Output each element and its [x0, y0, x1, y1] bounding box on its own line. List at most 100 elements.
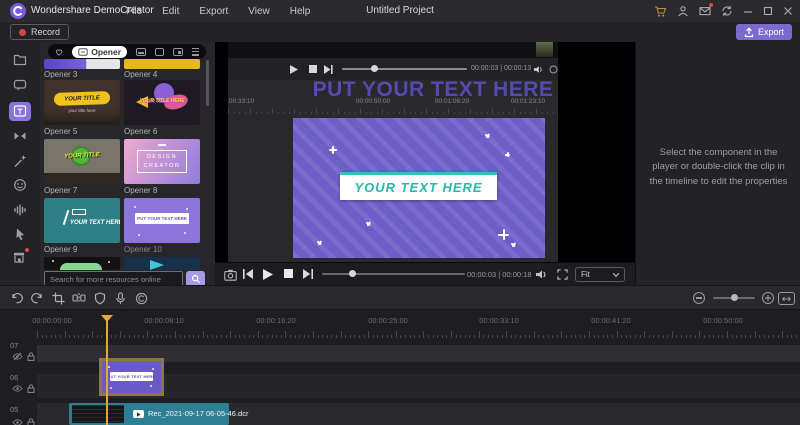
menu-export[interactable]: Export: [199, 6, 228, 17]
recorded-canvas: YOUR TEXT HERE: [293, 118, 545, 258]
recorded-ruler-label: 00:00:33:10: [228, 98, 255, 105]
thumb-dot: [186, 208, 188, 210]
export-button[interactable]: Export: [735, 24, 792, 40]
track-eye-icon[interactable]: [12, 418, 23, 425]
stickers-icon[interactable]: [13, 178, 27, 192]
template-thumb-opener-8[interactable]: DESIGN CREATOR: [124, 139, 200, 184]
thumb-dot: [108, 261, 110, 263]
app-logo-icon: [10, 3, 26, 19]
template-thumb-opener-4[interactable]: [124, 59, 200, 69]
tab-subtitle-icon[interactable]: [154, 47, 165, 56]
close-icon[interactable]: [783, 6, 793, 16]
tab-menu-icon[interactable]: [191, 47, 200, 56]
microphone-icon[interactable]: [114, 292, 127, 305]
fit-timeline-button[interactable]: [778, 292, 795, 305]
menu-edit[interactable]: Edit: [162, 6, 179, 17]
thumb-dot: [184, 232, 186, 234]
volume-icon[interactable]: [535, 269, 547, 280]
player-time: 00:00:03 | 00:00:18: [467, 270, 532, 279]
cart-icon[interactable]: [654, 5, 667, 18]
maximize-icon[interactable]: [763, 6, 773, 16]
sparkle: [498, 229, 509, 240]
track-hidden-eye-off-icon[interactable]: [12, 352, 23, 361]
sparkle: [510, 241, 517, 248]
ruler-label: 00:00:50:00: [703, 316, 743, 325]
template-thumb-partial[interactable]: [44, 257, 120, 270]
track-lock-icon[interactable]: [27, 384, 35, 393]
effects-icon[interactable]: [13, 154, 27, 168]
zoom-out-button[interactable]: [693, 292, 705, 304]
recording-clip[interactable]: Rec_2021-09-17 06-05-46.dcr: [69, 403, 248, 425]
zoom-in-button[interactable]: [762, 292, 774, 304]
ruler-label: 00:00:00:00: [32, 316, 72, 325]
sync-icon[interactable]: [721, 5, 733, 17]
tab-lower-thirds-icon[interactable]: [136, 47, 146, 56]
track-lock-icon[interactable]: [27, 352, 35, 361]
account-icon[interactable]: [677, 5, 689, 17]
menu-file[interactable]: File: [126, 6, 142, 17]
track-lock-icon[interactable]: [27, 418, 35, 425]
denoise-shield-icon[interactable]: [94, 292, 106, 305]
tab-annotation-icon[interactable]: [173, 47, 183, 56]
minimize-icon[interactable]: [743, 6, 753, 16]
timeline-zoom-handle[interactable]: [731, 294, 738, 301]
templates-icon[interactable]: [13, 104, 27, 118]
recorded-player-bar: 00:00:03 | 00:00:13: [228, 58, 558, 80]
thumb-shape: [72, 209, 86, 215]
seek-bar[interactable]: [322, 273, 465, 275]
undo-icon[interactable]: [10, 292, 23, 304]
messages-icon[interactable]: [699, 3, 713, 17]
copyright-icon[interactable]: [135, 292, 148, 305]
fullscreen-icon[interactable]: [557, 269, 568, 280]
stop-button-icon[interactable]: [284, 269, 293, 278]
favorites-heart-icon[interactable]: [55, 47, 63, 57]
ruler-label: 00:00:08:10: [144, 316, 184, 325]
playhead-line[interactable]: [106, 315, 108, 425]
play-button-icon[interactable]: [263, 269, 273, 280]
template-label: Opener 5: [44, 127, 78, 136]
preview-area: 00:00:03 | 00:00:13 PUT YOUR TEXT HERE 0…: [215, 42, 635, 285]
title-clip-selected[interactable]: PUT YOUR TEXT HERE: [99, 358, 164, 396]
track-eye-icon[interactable]: [12, 384, 23, 393]
tab-opener-active[interactable]: Opener: [72, 45, 128, 58]
fit-dropdown[interactable]: Fit: [575, 267, 625, 282]
recorded-volume-icon: [533, 66, 542, 73]
template-thumb-opener-7[interactable]: YOUR TITLE: [44, 139, 120, 184]
thumb-dot: [138, 234, 140, 236]
template-thumb-partial[interactable]: [124, 257, 200, 270]
search-icon: [191, 274, 200, 284]
captions-icon[interactable]: [13, 78, 27, 92]
split-icon[interactable]: [72, 292, 86, 304]
templates-scrollbar[interactable]: [206, 60, 209, 106]
next-frame-icon[interactable]: [303, 269, 313, 279]
thumb-dot: [134, 206, 136, 208]
recorded-ruler-label: 00:01:23:10: [510, 98, 546, 105]
cursor-icon[interactable]: [13, 227, 27, 241]
template-thumb-opener-10[interactable]: PUT YOUR TEXT HERE: [124, 198, 200, 243]
store-icon[interactable]: [12, 248, 29, 266]
playhead-handle[interactable]: [101, 315, 113, 322]
properties-message: Select the component in the player or do…: [649, 147, 788, 187]
video-frame[interactable]: 00:00:03 | 00:00:13 PUT YOUR TEXT HERE 0…: [228, 42, 558, 262]
template-thumb-opener-3[interactable]: [44, 59, 120, 69]
previous-frame-icon[interactable]: [243, 269, 253, 279]
redo-icon[interactable]: [31, 292, 44, 304]
sparkle: [316, 239, 323, 246]
snapshot-icon[interactable]: [224, 269, 237, 281]
crop-icon[interactable]: [52, 292, 65, 305]
template-thumb-opener-9[interactable]: YOUR TEXT HERE: [44, 198, 120, 243]
template-thumb-opener-5[interactable]: YOUR TITLE your title here: [44, 80, 120, 125]
transitions-icon[interactable]: [13, 129, 27, 143]
timeline[interactable]: 00:00:00:00 00:00:08:10 00:00:16:20 00:0…: [0, 310, 800, 425]
recorded-play-icon: [290, 65, 298, 74]
app-window: Wondershare DemoCreator File Edit Export…: [0, 0, 800, 425]
media-icon[interactable]: [13, 53, 27, 67]
template-thumb-opener-6[interactable]: YOUR TITLE HERE: [124, 80, 200, 125]
record-button[interactable]: Record: [10, 24, 70, 40]
action-bar: Record Export: [0, 22, 800, 42]
seek-handle[interactable]: [349, 270, 356, 277]
audio-icon[interactable]: [13, 203, 27, 217]
titlebar-right-icons: [654, 0, 793, 22]
menu-view[interactable]: View: [248, 6, 270, 17]
recorded-time: 00:00:03 | 00:00:13: [471, 65, 532, 72]
